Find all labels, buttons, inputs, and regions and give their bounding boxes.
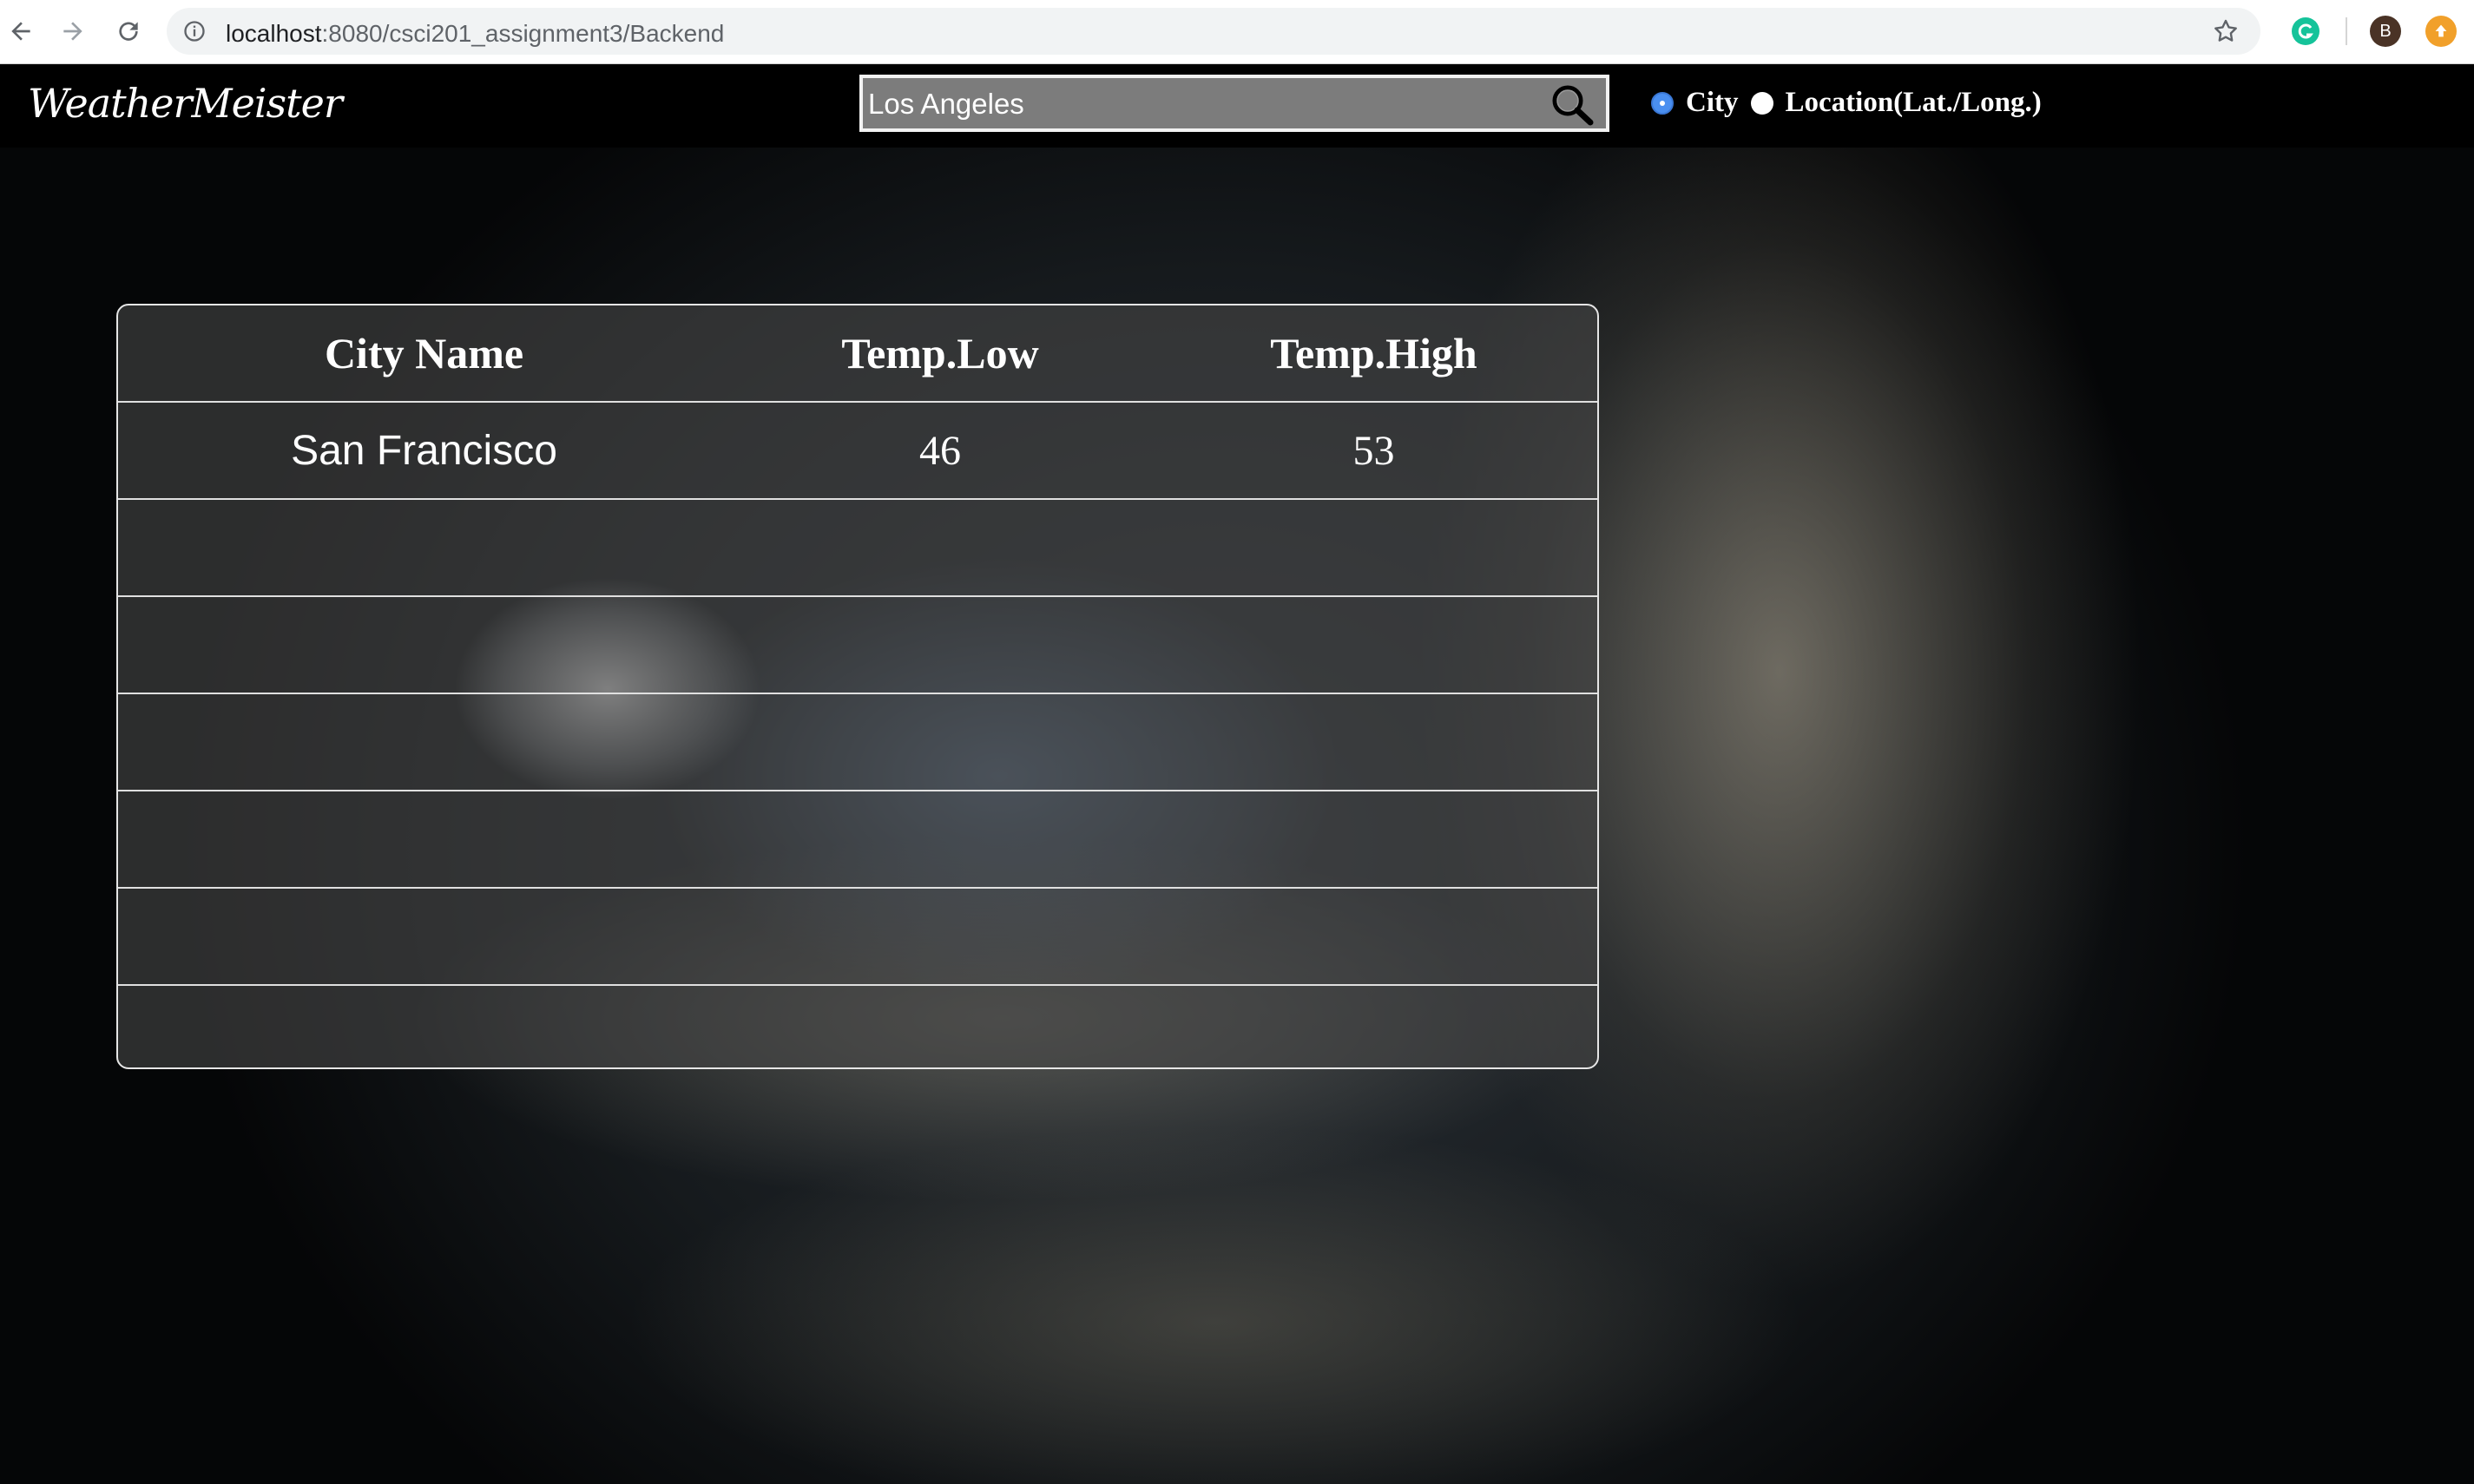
- table-row: [118, 499, 1597, 597]
- url-text: localhost:8080/csci201_assignment3/Backe…: [226, 20, 724, 48]
- back-button[interactable]: [0, 10, 42, 52]
- cell-temp-low: [730, 791, 1150, 889]
- forward-button[interactable]: [52, 10, 94, 52]
- update-extension-icon[interactable]: [2425, 16, 2457, 47]
- cell-temp-high: [1150, 596, 1597, 694]
- table-row[interactable]: San Francisco 46 53: [118, 402, 1597, 500]
- cell-temp-high: 53: [1150, 402, 1597, 500]
- toolbar-separator: [2346, 17, 2347, 45]
- cell-temp-low: [730, 499, 1150, 597]
- back-arrow-icon: [11, 22, 30, 41]
- grammarly-extension-icon[interactable]: [2290, 16, 2321, 47]
- cell-temp-low: [730, 693, 1150, 791]
- search-button[interactable]: [1545, 82, 1599, 127]
- column-header-temp-high[interactable]: Temp.High: [1150, 305, 1597, 403]
- cell-city-name: [118, 985, 730, 1067]
- url-path: :8080/csci201_assignment3/Backend: [321, 20, 725, 47]
- table-row: [118, 693, 1597, 791]
- cell-city-name: San Francisco: [118, 402, 730, 500]
- location-radio-label[interactable]: Location(Lat./Long.): [1786, 87, 2042, 119]
- table-header-row: City Name Temp.Low Temp.High: [118, 305, 1597, 403]
- cell-temp-high: [1150, 888, 1597, 986]
- grammarly-g-icon: [2292, 17, 2319, 45]
- address-bar[interactable]: localhost:8080/csci201_assignment3/Backe…: [167, 8, 2260, 55]
- profile-avatar[interactable]: B: [2370, 16, 2401, 47]
- cell-temp-high: [1150, 985, 1597, 1067]
- cell-temp-high: [1150, 791, 1597, 889]
- location-radio[interactable]: [1750, 91, 1773, 115]
- results-table: City Name Temp.Low Temp.High San Francis…: [118, 305, 1597, 1067]
- reload-button[interactable]: [108, 10, 149, 52]
- weather-results-table: City Name Temp.Low Temp.High San Francis…: [116, 304, 1599, 1069]
- search-mode-group: City Location(Lat./Long.): [1651, 87, 2042, 119]
- cell-temp-low: [730, 888, 1150, 986]
- bookmark-star-icon[interactable]: [2212, 17, 2240, 45]
- browser-toolbar: localhost:8080/csci201_assignment3/Backe…: [0, 0, 2474, 64]
- city-radio[interactable]: [1651, 91, 1674, 115]
- table-row: [118, 985, 1597, 1067]
- page-background: WeatherMeister City Location(Lat./Long.)…: [0, 64, 2474, 1484]
- search-box: [859, 75, 1609, 132]
- table-row: [118, 888, 1597, 986]
- city-radio-label[interactable]: City: [1686, 87, 1739, 119]
- cell-temp-low: 46: [730, 402, 1150, 500]
- column-header-temp-low[interactable]: Temp.Low: [730, 305, 1150, 403]
- app-logo[interactable]: WeatherMeister: [28, 80, 343, 127]
- reload-icon: [119, 22, 138, 41]
- magnifier-icon: [1552, 85, 1594, 126]
- cell-temp-low: [730, 985, 1150, 1067]
- app-header: WeatherMeister City Location(Lat./Long.): [0, 64, 2474, 148]
- city-search-input[interactable]: [866, 78, 1530, 130]
- table-row: [118, 596, 1597, 694]
- cell-temp-high: [1150, 499, 1597, 597]
- info-icon: [184, 21, 205, 42]
- column-header-city[interactable]: City Name: [118, 305, 730, 403]
- cell-temp-high: [1150, 693, 1597, 791]
- forward-arrow-icon: [63, 22, 82, 41]
- up-arrow-icon: [2435, 24, 2447, 37]
- cell-city-name: [118, 596, 730, 694]
- table-row: [118, 791, 1597, 889]
- cell-city-name: [118, 499, 730, 597]
- cell-city-name: [118, 888, 730, 986]
- cell-city-name: [118, 693, 730, 791]
- cell-temp-low: [730, 596, 1150, 694]
- cell-city-name: [118, 791, 730, 889]
- url-host: localhost: [226, 20, 322, 47]
